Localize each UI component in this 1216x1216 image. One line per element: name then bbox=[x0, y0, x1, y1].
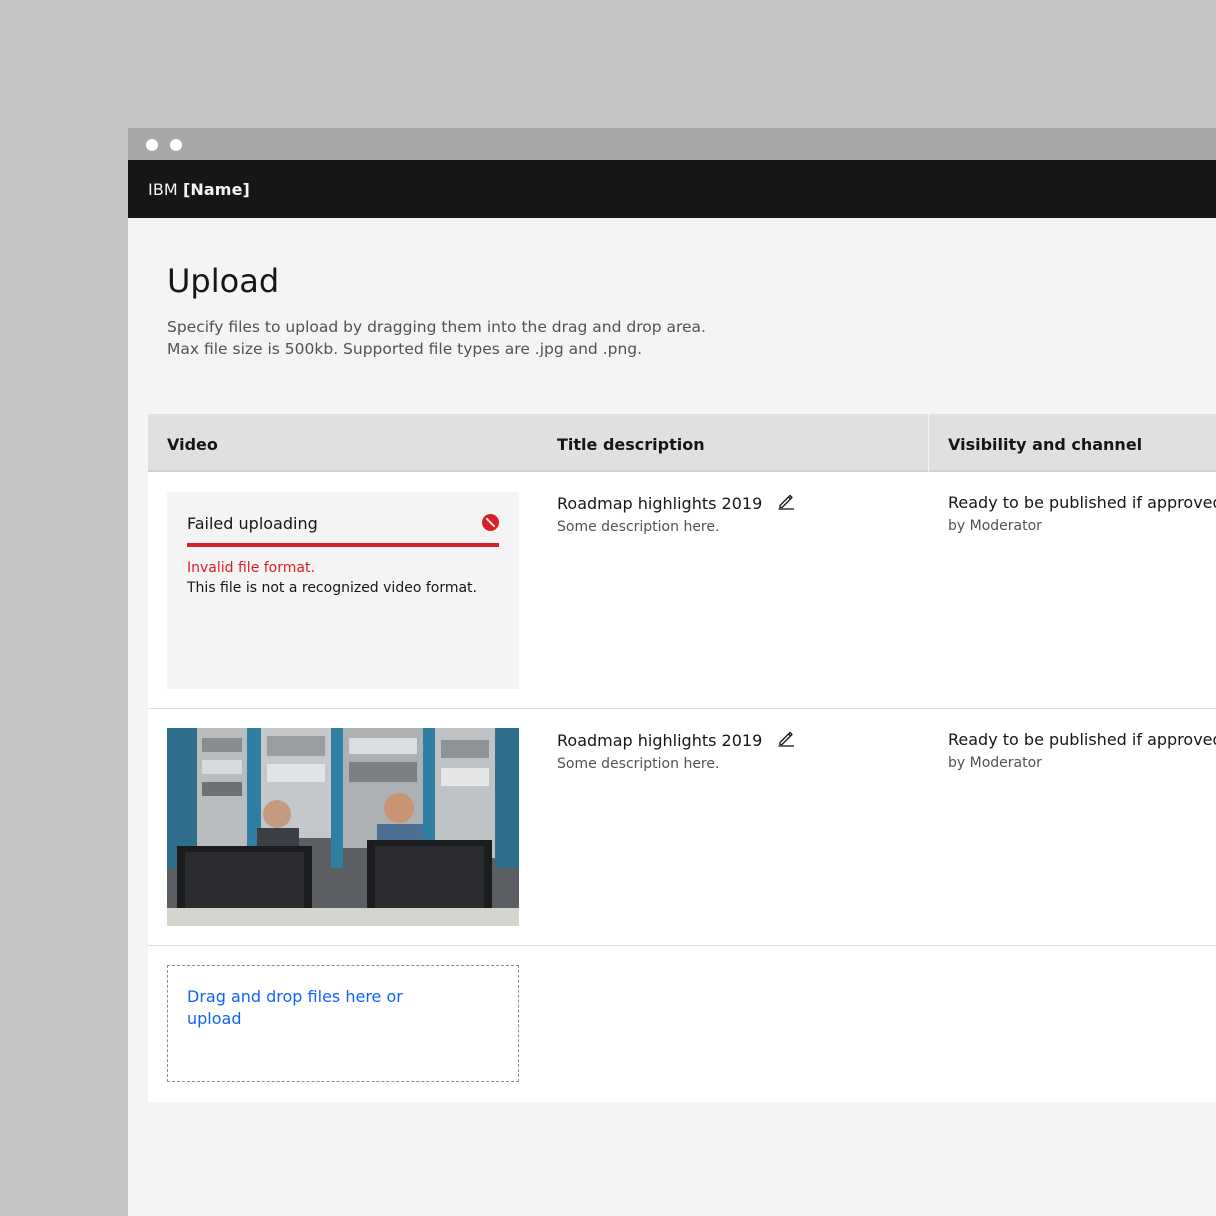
column-header-title-description: Title description bbox=[557, 435, 705, 454]
column-header-video: Video bbox=[167, 435, 218, 454]
window-control-dot[interactable] bbox=[170, 139, 182, 151]
video-title: Roadmap highlights 2019 bbox=[557, 731, 763, 750]
dropzone-upload-link[interactable]: Drag and drop files here or upload bbox=[187, 986, 427, 1030]
upload-error-title: Invalid file format. bbox=[187, 560, 315, 576]
pencil-icon[interactable] bbox=[777, 729, 795, 747]
page-helper-text: Specify files to upload by dragging them… bbox=[167, 316, 706, 360]
video-description: Some description here. bbox=[557, 756, 720, 772]
window-titlebar bbox=[128, 128, 1216, 160]
upload-table: Video Title description Visibility and c… bbox=[148, 414, 1216, 1102]
column-header-visibility: Visibility and channel bbox=[948, 435, 1143, 454]
failed-upload-card: Failed uploading Invalid file format. Th… bbox=[167, 492, 519, 689]
error-filled-icon bbox=[482, 514, 499, 531]
upload-progress-bar-failed bbox=[187, 543, 499, 547]
page-title: Upload bbox=[167, 262, 280, 300]
visibility-moderator: by Moderator bbox=[948, 518, 1042, 534]
upload-error-message: This file is not a recognized video form… bbox=[187, 580, 477, 596]
window-control-dot[interactable] bbox=[146, 139, 158, 151]
brand-company: IBM bbox=[148, 180, 178, 199]
pencil-icon[interactable] bbox=[777, 492, 795, 510]
browser-window: IBM [Name] Upload Specify files to uploa… bbox=[128, 128, 1216, 1216]
app-header: IBM [Name] bbox=[128, 160, 1216, 218]
column-divider bbox=[928, 414, 929, 472]
helper-line: Specify files to upload by dragging them… bbox=[167, 318, 706, 336]
file-dropzone[interactable]: Drag and drop files here or upload bbox=[167, 965, 519, 1082]
table-row: Roadmap highlights 2019 Some description… bbox=[148, 709, 1216, 946]
brand-name[interactable]: IBM [Name] bbox=[148, 180, 250, 199]
video-description: Some description here. bbox=[557, 519, 720, 535]
table-row: Drag and drop files here or upload bbox=[148, 946, 1216, 1102]
helper-line: Max file size is 500kb. Supported file t… bbox=[167, 340, 643, 358]
title-description-cell: Roadmap highlights 2019 Some description… bbox=[557, 493, 795, 535]
table-header: Video Title description Visibility and c… bbox=[148, 414, 1216, 472]
visibility-cell: Ready to be published if approved by Mod… bbox=[948, 493, 1216, 534]
main-content: Upload Specify files to upload by draggi… bbox=[128, 218, 1216, 1216]
video-title: Roadmap highlights 2019 bbox=[557, 494, 763, 513]
visibility-status: Ready to be published if approved bbox=[948, 493, 1216, 512]
visibility-moderator: by Moderator bbox=[948, 755, 1042, 771]
table-row: Failed uploading Invalid file format. Th… bbox=[148, 472, 1216, 709]
title-description-cell: Roadmap highlights 2019 Some description… bbox=[557, 730, 795, 772]
visibility-cell: Ready to be published if approved by Mod… bbox=[948, 730, 1216, 771]
brand-product: [Name] bbox=[183, 180, 250, 199]
visibility-status: Ready to be published if approved bbox=[948, 730, 1216, 749]
video-thumbnail-image[interactable] bbox=[167, 728, 519, 926]
upload-status-label: Failed uploading bbox=[187, 514, 318, 533]
